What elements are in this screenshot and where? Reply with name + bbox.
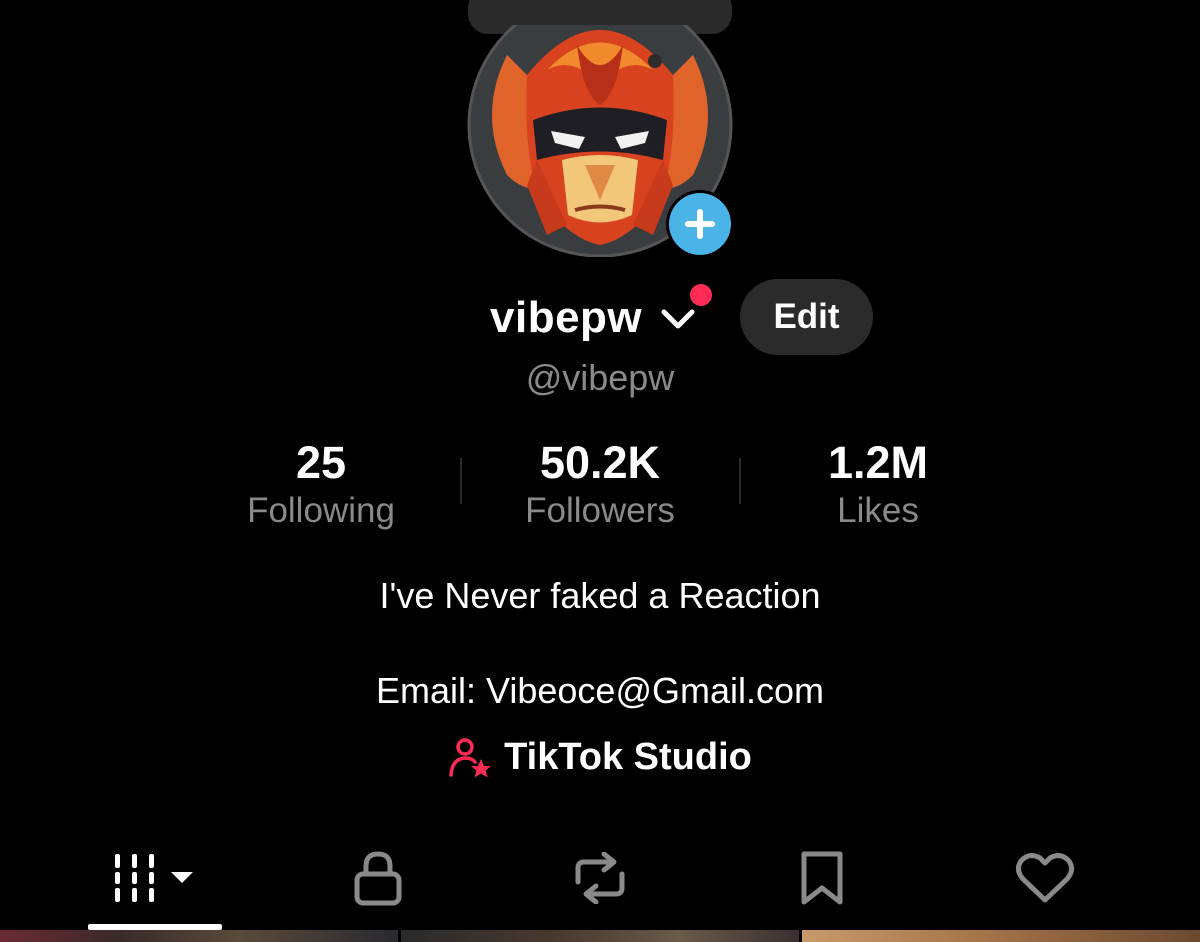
tab-favorites[interactable] [782, 838, 862, 918]
add-avatar-circle [669, 193, 731, 255]
grid-bars-icon [115, 854, 193, 902]
stat-label: Likes [837, 491, 919, 530]
video-grid [0, 930, 1200, 942]
add-avatar-button[interactable] [666, 190, 734, 258]
profile-page: vibepw Edit @vibepw 25 Following 50.2K F… [0, 0, 1200, 942]
lock-icon [354, 851, 402, 906]
stat-likes[interactable]: 1.2M Likes [728, 436, 1028, 532]
tab-private[interactable] [338, 838, 418, 918]
tab-liked[interactable] [1002, 838, 1088, 918]
stat-following[interactable]: 25 Following [171, 436, 471, 532]
tab-reposts[interactable] [560, 838, 640, 918]
caret-down-icon [171, 872, 193, 883]
chevron-down-icon[interactable] [660, 306, 696, 332]
bio-line-1: I've Never faked a Reaction [379, 575, 821, 616]
tiktok-studio-label: TikTok Studio [504, 736, 752, 778]
name-row: vibepw Edit [0, 279, 1200, 355]
username-handle: @vibepw [525, 357, 675, 398]
plus-icon [685, 209, 715, 239]
display-name[interactable]: vibepw [490, 292, 642, 344]
video-thumbnail[interactable] [802, 930, 1200, 942]
video-thumbnail[interactable] [401, 930, 799, 942]
repost-icon [575, 852, 625, 904]
tiktok-studio-link[interactable]: TikTok Studio [0, 736, 1200, 779]
stat-value: 1.2M [827, 437, 929, 488]
bio-line-2: Email: Vibeoce@Gmail.com [375, 670, 825, 711]
stat-followers[interactable]: 50.2K Followers [450, 436, 750, 532]
heart-icon [1015, 853, 1075, 903]
creator-person-star-icon [449, 737, 492, 777]
stat-label: Followers [525, 491, 675, 530]
tab-videos[interactable] [88, 838, 222, 918]
notification-dot [690, 284, 712, 306]
stat-value: 25 [295, 437, 347, 488]
edit-button[interactable]: Edit [740, 279, 873, 355]
stat-value: 50.2K [539, 437, 661, 488]
stat-label: Following [247, 491, 395, 530]
video-thumbnail[interactable] [0, 930, 398, 942]
bookmark-icon [801, 851, 843, 905]
